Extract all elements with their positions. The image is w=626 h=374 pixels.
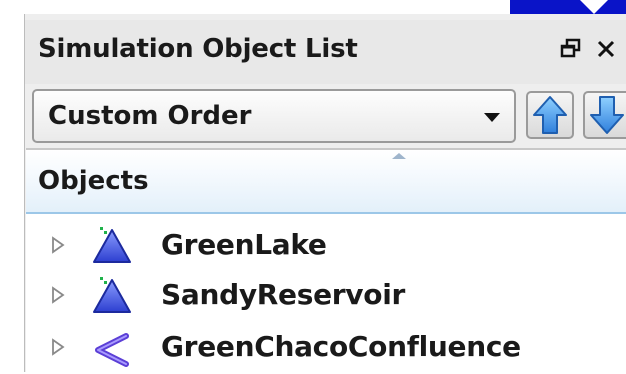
arrow-up-icon — [526, 91, 574, 139]
restore-window-button[interactable] — [558, 36, 584, 62]
arrow-down-icon — [583, 91, 626, 139]
expand-triangle-icon[interactable] — [50, 234, 66, 256]
sort-ascending-icon — [392, 153, 406, 159]
background-window-accent — [510, 0, 626, 14]
confluence-icon — [95, 333, 129, 367]
tree-item-greenlake[interactable]: GreenLake — [26, 220, 626, 270]
tree-item-greenchacoconfluence[interactable]: GreenChacoConfluence — [26, 322, 626, 372]
tree-item-label: GreenChacoConfluence — [161, 330, 521, 363]
tree-item-label: SandyReservoir — [161, 278, 405, 311]
panel-title: Simulation Object List — [38, 34, 358, 64]
expand-triangle-icon[interactable] — [50, 336, 66, 358]
restore-window-icon — [560, 38, 581, 58]
order-dropdown[interactable]: Custom Order — [32, 89, 516, 143]
reservoir-triangle-icon — [93, 227, 131, 263]
move-down-button[interactable] — [583, 91, 626, 139]
tree-item-label: GreenLake — [161, 228, 327, 261]
move-up-button[interactable] — [526, 91, 574, 139]
close-icon — [597, 40, 615, 58]
tree-item-sandyreservoir[interactable]: SandyReservoir — [26, 270, 626, 320]
order-dropdown-value: Custom Order — [48, 101, 252, 131]
chevron-down-icon — [484, 113, 500, 122]
objects-column-header-label: Objects — [38, 166, 149, 196]
close-button[interactable] — [594, 36, 620, 62]
expand-triangle-icon[interactable] — [50, 284, 66, 306]
reservoir-triangle-icon — [93, 277, 131, 313]
objects-column-header[interactable]: Objects — [26, 150, 626, 214]
